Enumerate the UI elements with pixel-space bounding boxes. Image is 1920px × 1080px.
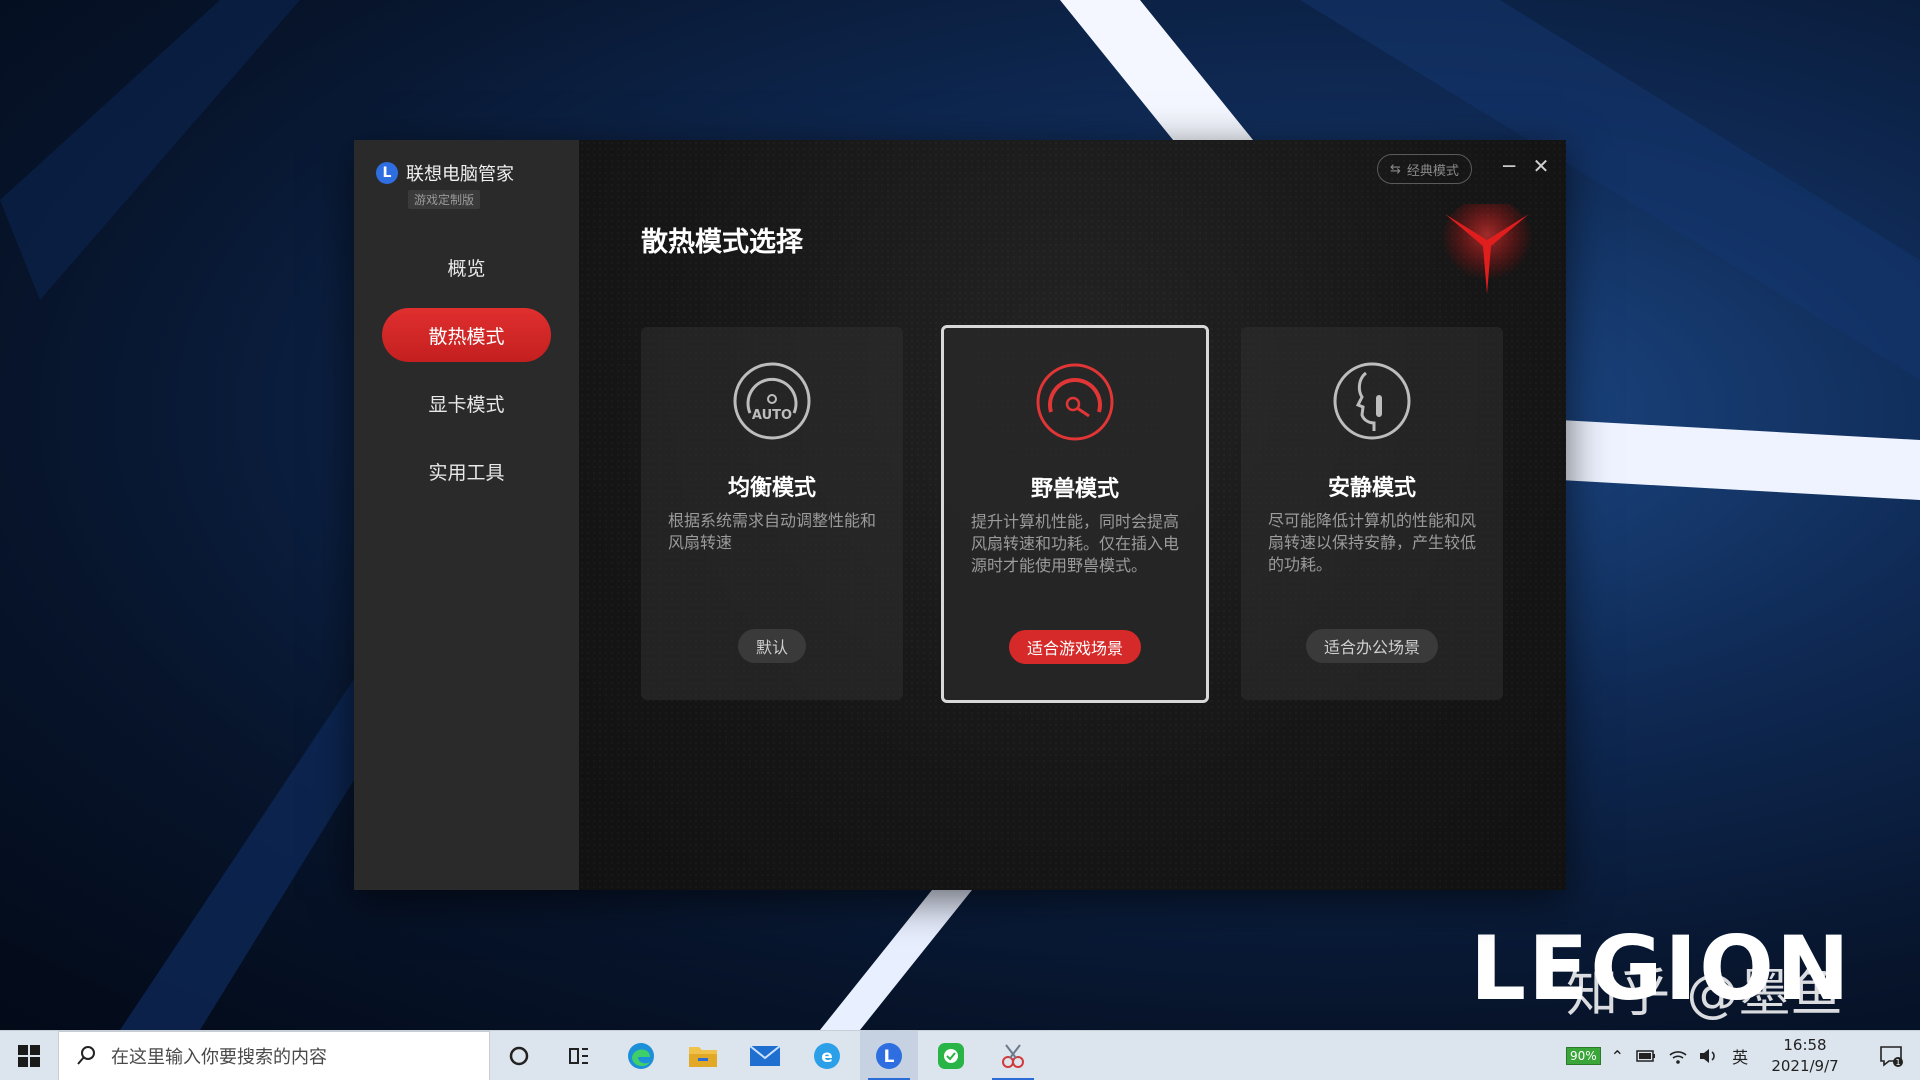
volume-icon[interactable] bbox=[1698, 1047, 1718, 1065]
search-icon bbox=[77, 1046, 95, 1065]
mode-description: 根据系统需求自动调整性能和风扇转速 bbox=[668, 511, 877, 552]
mode-tag: 默认 bbox=[737, 629, 807, 663]
sidebar-item-overview[interactable]: 概览 bbox=[382, 240, 551, 294]
wechat-icon bbox=[938, 1043, 964, 1069]
switch-icon: ⇆ bbox=[1390, 161, 1401, 177]
chevron-up-icon[interactable]: ⌃ bbox=[1611, 1047, 1624, 1066]
minimize-button[interactable]: ─ bbox=[1495, 152, 1523, 180]
snipping-icon bbox=[1002, 1044, 1024, 1068]
taskbar-mail[interactable] bbox=[736, 1031, 794, 1080]
zhihu-watermark: 知乎 @墨鱼 bbox=[1566, 964, 1843, 1024]
taskbar-clock[interactable]: 16:58 2021/9/7 bbox=[1760, 1035, 1850, 1077]
battery-icon[interactable] bbox=[1636, 1049, 1656, 1063]
classic-mode-label: 经典模式 bbox=[1406, 163, 1459, 179]
notification-icon: 1 bbox=[1880, 1046, 1903, 1067]
edge-icon bbox=[628, 1043, 654, 1069]
mode-card-balanced[interactable]: AUTO 均衡模式 根据系统需求自动调整性能和风扇转速 默认 bbox=[641, 327, 903, 700]
sidebar-item-utilities[interactable]: 实用工具 bbox=[382, 444, 551, 498]
brand-name: 联想电脑管家 bbox=[406, 164, 514, 185]
taskbar: 在这里输入你要搜索的内容 e L 90% ⌃ 英 16:58 2021/9/7 … bbox=[0, 1030, 1920, 1080]
clock-time: 16:58 bbox=[1783, 1036, 1827, 1054]
performance-gauge-icon bbox=[1036, 363, 1114, 441]
search-placeholder: 在这里输入你要搜索的内容 bbox=[111, 1047, 327, 1068]
mode-card-quiet[interactable]: 安静模式 尽可能降低计算机的性能和风扇转速以保持安静，产生较低的功耗。 适合办公… bbox=[1241, 327, 1503, 700]
windows-icon bbox=[18, 1045, 40, 1067]
wifi-icon[interactable] bbox=[1668, 1047, 1688, 1065]
mode-description: 提升计算机性能，同时会提高风扇转速和功耗。仅在插入电源时才能使用野兽模式。 bbox=[971, 512, 1180, 575]
mode-tag: 适合办公场景 bbox=[1305, 629, 1439, 663]
taskbar-file-explorer[interactable] bbox=[674, 1031, 732, 1080]
svg-text:AUTO: AUTO bbox=[752, 408, 792, 423]
main-panel: ⇆ 经典模式 ─ ✕ 散热模式选择 AUTO 均衡模式 根据系统需求自动调整性能… bbox=[579, 140, 1566, 890]
lenovo-vantage-window: L 联想电脑管家 游戏定制版 概览 散热模式 显卡模式 实用工具 ⇆ 经典模式 … bbox=[354, 140, 1566, 890]
cortana-circle-icon bbox=[509, 1046, 529, 1066]
start-button[interactable] bbox=[0, 1031, 58, 1080]
brand-subtitle: 游戏定制版 bbox=[408, 190, 481, 209]
action-center-button[interactable]: 1 bbox=[1862, 1031, 1920, 1080]
taskbar-snipping-tool[interactable] bbox=[984, 1031, 1042, 1080]
mode-description: 尽可能降低计算机的性能和风扇转速以保持安静，产生较低的功耗。 bbox=[1268, 511, 1477, 574]
close-button[interactable]: ✕ bbox=[1527, 152, 1555, 180]
legion-y-logo-icon bbox=[1441, 204, 1533, 294]
mail-icon bbox=[749, 1045, 781, 1066]
taskbar-wechat[interactable] bbox=[922, 1031, 980, 1080]
clock-date: 2021/9/7 bbox=[1771, 1057, 1839, 1075]
quiet-silhouette-icon bbox=[1333, 362, 1411, 440]
mode-card-beast[interactable]: 野兽模式 提升计算机性能，同时会提高风扇转速和功耗。仅在插入电源时才能使用野兽模… bbox=[941, 325, 1209, 703]
lenovo-vantage-icon: L bbox=[876, 1043, 902, 1069]
page-title: 散热模式选择 bbox=[641, 227, 803, 258]
mode-title: 野兽模式 bbox=[1030, 477, 1119, 502]
classic-mode-button[interactable]: ⇆ 经典模式 bbox=[1377, 154, 1472, 184]
sidebar-item-gpu-mode[interactable]: 显卡模式 bbox=[382, 376, 551, 430]
sidebar: L 联想电脑管家 游戏定制版 概览 散热模式 显卡模式 实用工具 bbox=[354, 140, 579, 890]
task-view-button[interactable] bbox=[490, 1031, 548, 1080]
system-tray: 90% ⌃ 英 bbox=[1566, 1031, 1748, 1080]
file-explorer-icon bbox=[689, 1047, 717, 1067]
taskbar-ie[interactable]: e bbox=[798, 1031, 856, 1080]
lenovo-logo-icon: L bbox=[376, 162, 398, 184]
brand: L 联想电脑管家 bbox=[376, 160, 514, 186]
svg-text:L: L bbox=[884, 1047, 895, 1067]
taskbar-lenovo-vantage[interactable]: L bbox=[860, 1031, 918, 1080]
auto-gauge-icon: AUTO bbox=[733, 362, 811, 440]
widgets-button[interactable] bbox=[550, 1031, 608, 1080]
battery-percent-badge[interactable]: 90% bbox=[1566, 1047, 1601, 1065]
ie-icon: e bbox=[814, 1043, 840, 1069]
mode-title: 均衡模式 bbox=[727, 476, 816, 501]
mode-title: 安静模式 bbox=[1327, 476, 1416, 501]
svg-text:1: 1 bbox=[1895, 1058, 1900, 1067]
sidebar-item-thermal-mode[interactable]: 散热模式 bbox=[382, 308, 551, 362]
taskbar-search-box[interactable]: 在这里输入你要搜索的内容 bbox=[58, 1031, 490, 1080]
svg-text:e: e bbox=[821, 1047, 833, 1067]
mode-tag: 适合游戏场景 bbox=[1008, 630, 1142, 664]
task-view-icon bbox=[569, 1048, 588, 1064]
sidebar-nav: 概览 散热模式 显卡模式 实用工具 bbox=[354, 240, 579, 512]
input-language-indicator[interactable]: 英 bbox=[1732, 1044, 1748, 1068]
taskbar-edge[interactable] bbox=[612, 1031, 670, 1080]
